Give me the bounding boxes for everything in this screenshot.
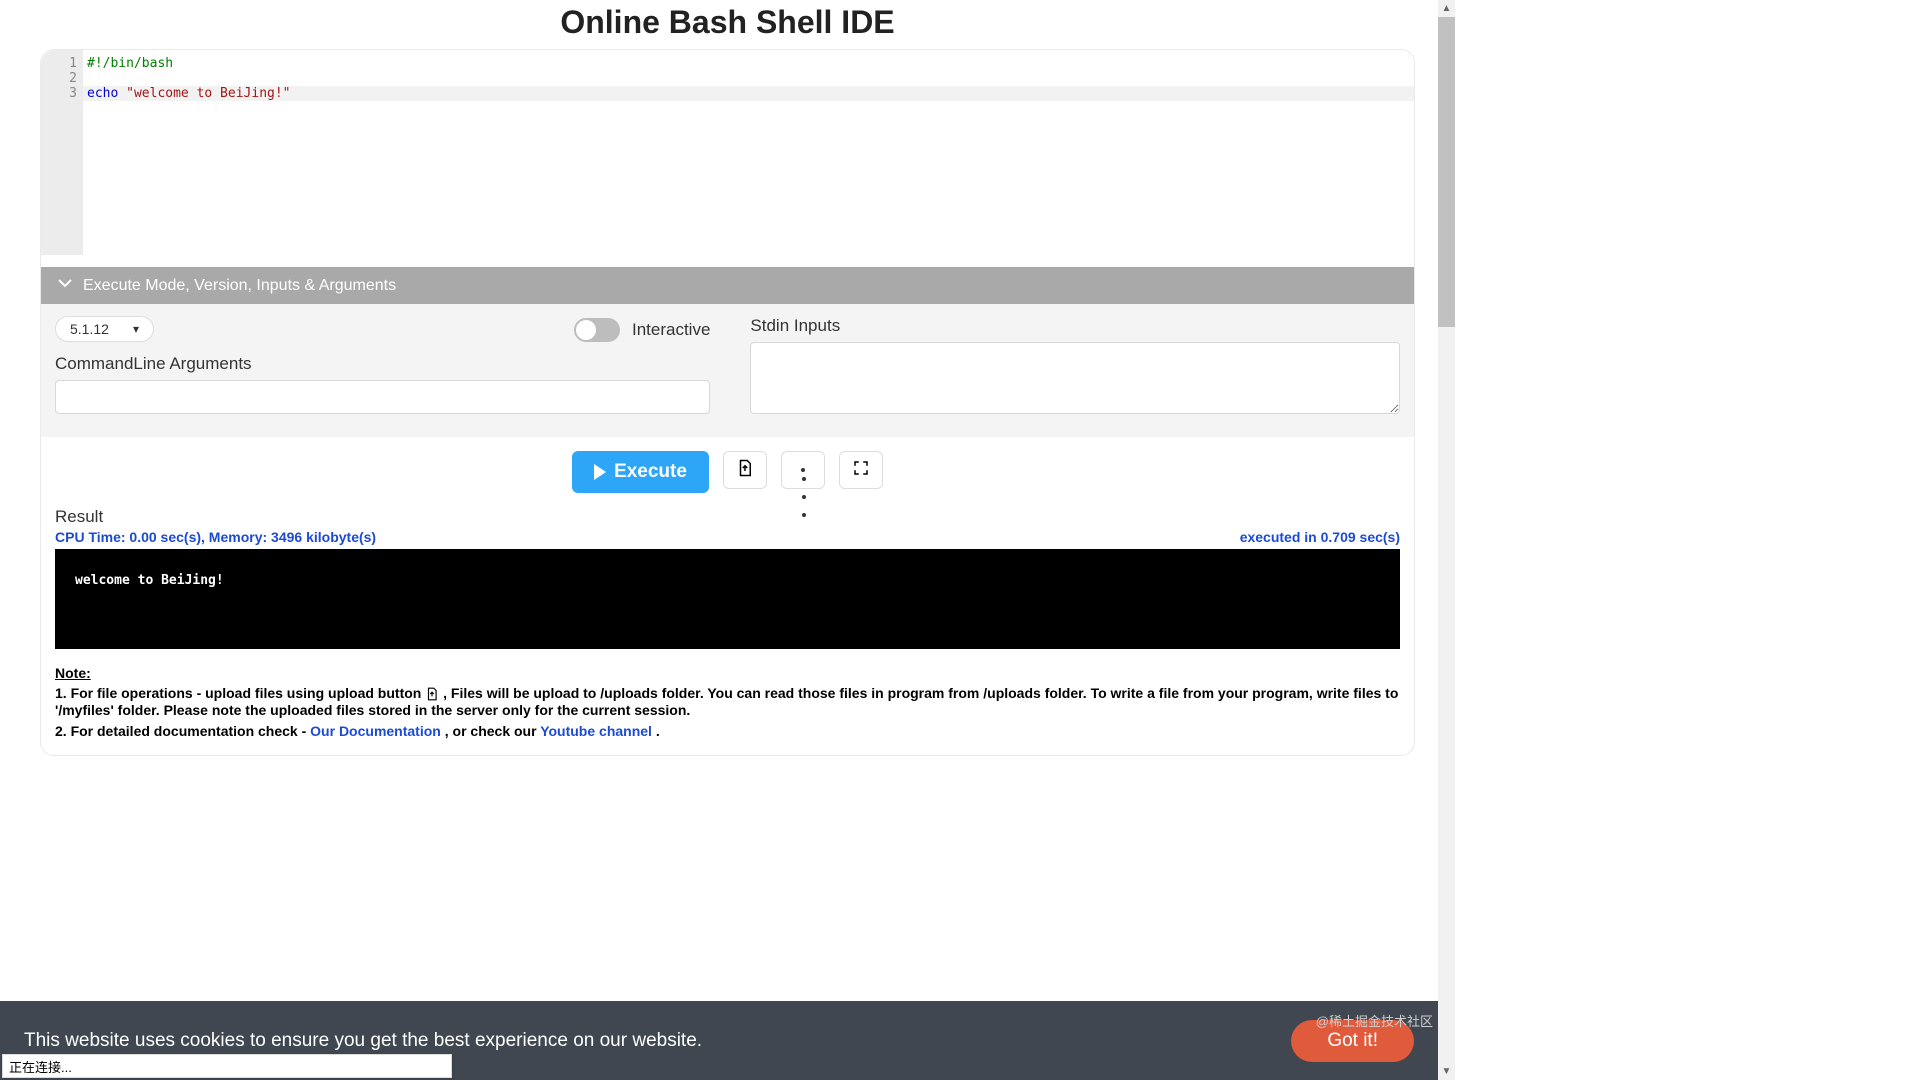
interactive-toggle[interactable]: [574, 318, 620, 342]
file-upload-icon: [736, 459, 754, 482]
note-text: 1. For file operations - upload files us…: [55, 685, 425, 701]
line-number: 2: [41, 71, 77, 86]
scroll-down-arrow-icon[interactable]: ▼: [1438, 1063, 1455, 1080]
chevron-down-icon: [57, 275, 73, 296]
note-text: 2. For detailed documentation check -: [55, 723, 310, 739]
execute-button[interactable]: Execute: [572, 451, 709, 493]
page-title: Online Bash Shell IDE: [0, 0, 1455, 41]
toggle-knob: [576, 320, 596, 340]
options-header-label: Execute Mode, Version, Inputs & Argument…: [83, 277, 396, 295]
options-area: 5.1.12 ▾ Interactive CommandLine Argumen…: [41, 304, 1414, 437]
fullscreen-button[interactable]: [839, 451, 883, 489]
action-row: Execute: [41, 437, 1414, 507]
caret-down-icon: ▾: [133, 322, 139, 336]
cmdline-input[interactable]: [55, 380, 710, 414]
note-text: .: [656, 723, 660, 739]
result-label: Result: [55, 507, 1400, 527]
ellipsis-icon: [801, 468, 805, 472]
notes-section: Note: 1. For file operations - upload fi…: [55, 665, 1400, 739]
execute-label: Execute: [614, 461, 687, 483]
more-button[interactable]: [781, 451, 825, 489]
options-toggle-bar[interactable]: Execute Mode, Version, Inputs & Argument…: [41, 267, 1414, 304]
browser-status-popup: 正在连接...: [2, 1054, 452, 1078]
cookie-text: This website uses cookies to ensure you …: [24, 1030, 702, 1052]
output-console[interactable]: welcome to BeiJing!: [55, 549, 1400, 649]
stdin-label: Stdin Inputs: [750, 316, 1400, 336]
scroll-up-arrow-icon[interactable]: ▲: [1438, 0, 1455, 17]
code-token: echo: [87, 86, 126, 101]
stdin-input[interactable]: [750, 342, 1400, 414]
fullscreen-icon: [852, 459, 870, 482]
page-scrollbar[interactable]: ▲ ▼: [1438, 0, 1455, 1080]
upload-button[interactable]: [723, 451, 767, 489]
result-metrics: CPU Time: 0.00 sec(s), Memory: 3496 kilo…: [55, 529, 1400, 545]
cmdline-label: CommandLine Arguments: [55, 354, 710, 374]
line-number: 3: [41, 86, 77, 101]
line-number: 1: [41, 56, 77, 71]
code-editor[interactable]: 1 2 3 #!/bin/bash echo "welcome to BeiJi…: [41, 50, 1414, 255]
note-text: , or check our: [445, 723, 540, 739]
scroll-thumb[interactable]: [1438, 17, 1455, 327]
version-select[interactable]: 5.1.12 ▾: [55, 316, 154, 342]
code-area[interactable]: #!/bin/bash echo "welcome to BeiJing!": [83, 50, 1414, 255]
interactive-label: Interactive: [632, 320, 710, 340]
docs-link[interactable]: Our Documentation: [310, 723, 441, 739]
metrics-right: executed in 0.709 sec(s): [1240, 529, 1400, 545]
youtube-link[interactable]: Youtube channel: [540, 723, 652, 739]
notes-title: Note:: [55, 665, 91, 681]
version-selected: 5.1.12: [70, 321, 109, 337]
code-token: "welcome to BeiJing!": [126, 86, 290, 101]
watermark: @稀土掘金技术社区: [1316, 1011, 1433, 1030]
editor-gutter: 1 2 3: [41, 50, 83, 255]
code-token: #!/bin/bash: [87, 56, 173, 71]
file-upload-icon: [425, 687, 439, 701]
metrics-left: CPU Time: 0.00 sec(s), Memory: 3496 kilo…: [55, 529, 376, 545]
ide-panel: 1 2 3 #!/bin/bash echo "welcome to BeiJi…: [40, 49, 1415, 756]
play-icon: [594, 464, 606, 480]
